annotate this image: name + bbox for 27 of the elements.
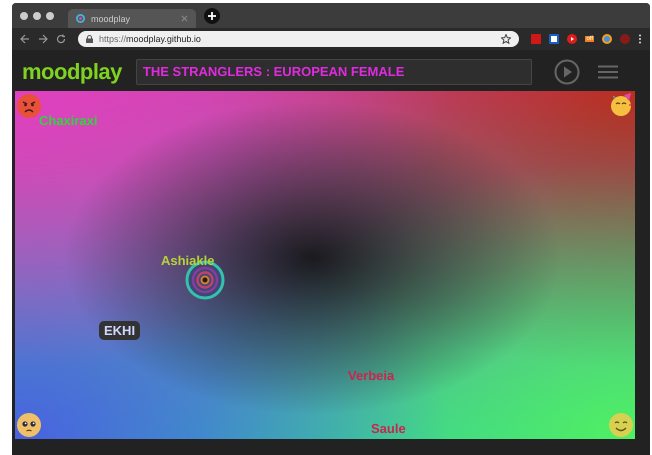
region-badge[interactable]: EKHI (99, 321, 140, 340)
more-icon[interactable] (638, 34, 642, 44)
sad-face-icon (17, 413, 41, 437)
logo[interactable]: moodplay (22, 58, 122, 84)
region-label: Chaxiraxi (39, 113, 98, 128)
browser-tab[interactable]: moodplay (68, 9, 196, 28)
mood-map[interactable]: Chaxiraxi Ashiakle EKHI Verbeia Saule (15, 91, 635, 439)
smiling-face-icon (609, 413, 633, 437)
angry-face-icon (17, 94, 41, 118)
circle-icon (76, 14, 85, 23)
reload-icon[interactable] (56, 34, 66, 44)
lock-icon (86, 35, 93, 43)
menu-icon[interactable] (598, 64, 618, 78)
now-playing-title: THE STRANGLERS : EUROPEAN FEMALE (142, 64, 404, 79)
party-face-icon (609, 93, 633, 117)
region-label: Saule (371, 421, 406, 436)
extension-icon[interactable] (549, 34, 560, 44)
play-icon[interactable] (567, 34, 578, 44)
region-label: Ashiakle (161, 253, 214, 268)
back-icon[interactable] (20, 34, 30, 44)
region-label: Verbeia (348, 368, 394, 383)
new-tab-icon[interactable] (204, 8, 220, 24)
url-text: https://moodplay.github.io (99, 34, 202, 44)
tab-title: moodplay (91, 14, 132, 24)
forward-icon[interactable] (38, 34, 48, 44)
star-icon[interactable] (501, 34, 512, 44)
address-field[interactable]: https://moodplay.github.io (78, 31, 520, 47)
